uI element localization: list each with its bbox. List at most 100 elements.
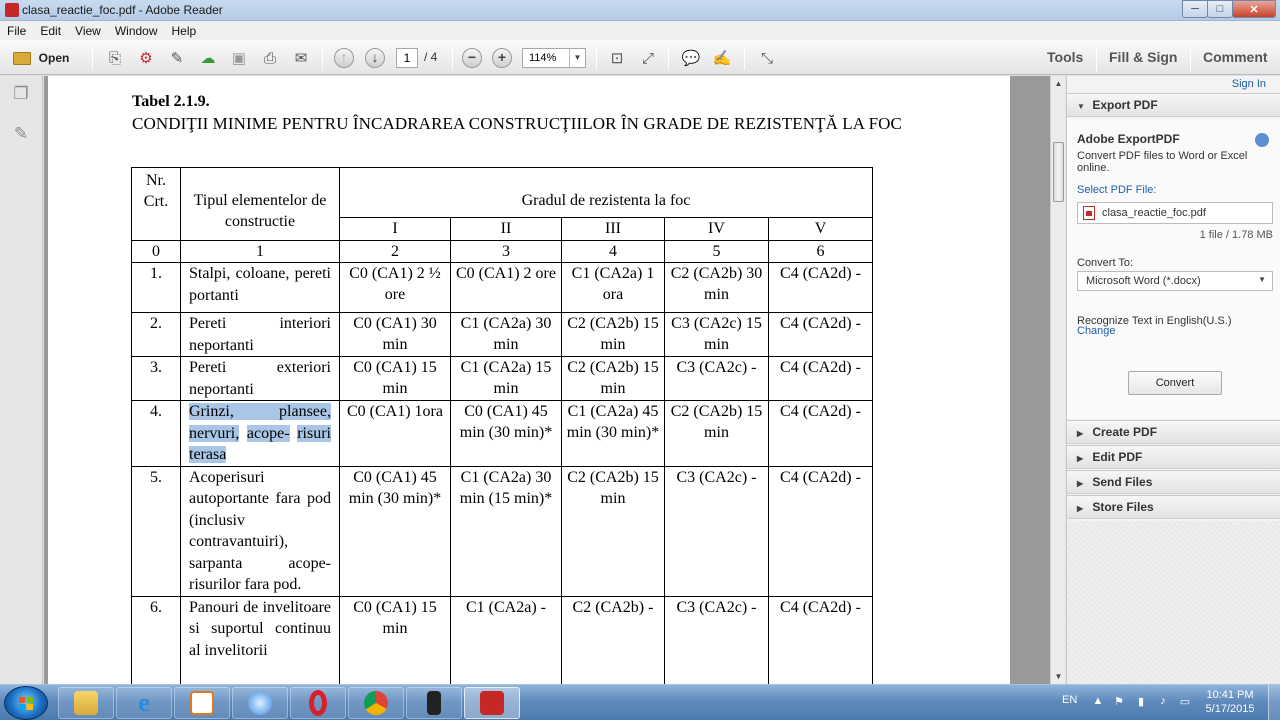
- fit-width-icon[interactable]: ⤢: [637, 47, 659, 69]
- export-pdf-header[interactable]: ▼ Export PDF: [1067, 93, 1280, 117]
- prev-page-button[interactable]: ↑: [334, 47, 354, 69]
- action-center-icon[interactable]: ⚑: [1112, 695, 1126, 709]
- taskbar-chrome[interactable]: [348, 687, 404, 719]
- attachments-icon[interactable]: ✎: [10, 124, 32, 146]
- selected-text: acope-: [246, 424, 290, 442]
- value-cell: C4 (CA2d) -: [768, 465, 873, 597]
- convert-button[interactable]: Convert: [1128, 371, 1222, 395]
- convert-to-select[interactable]: Microsoft Word (*.docx) ▼: [1077, 271, 1273, 291]
- triangle-down-icon: ▼: [1077, 102, 1085, 111]
- header-grad: Gradul de rezistenta la foc: [339, 167, 873, 218]
- scroll-up-icon[interactable]: ▲: [1051, 76, 1066, 91]
- value-cell: C0 (CA1) 2 ore: [450, 262, 562, 313]
- maximize-button[interactable]: □: [1207, 0, 1233, 18]
- row-number: 3.: [131, 356, 181, 401]
- fit-page-icon[interactable]: ⊡: [606, 47, 628, 69]
- edit-icon[interactable]: ✎: [166, 47, 188, 69]
- title-bar: clasa_reactie_foc.pdf - Adobe Reader ─ □…: [0, 0, 1280, 21]
- taskbar-adobe-reader[interactable]: [464, 687, 520, 719]
- navigation-pane: ❐ ✎: [0, 76, 43, 684]
- create-pdf-icon[interactable]: ⎘: [104, 47, 126, 69]
- document-scrollbar[interactable]: ▲ ▼: [1050, 76, 1065, 684]
- next-page-button[interactable]: ↓: [365, 47, 385, 69]
- zoom-value: 114%: [529, 52, 557, 64]
- select-pdf-label: Select PDF File:: [1077, 184, 1157, 196]
- menu-bar: File Edit View Window Help: [0, 21, 1280, 40]
- zoom-in-button[interactable]: +: [492, 47, 512, 69]
- tools-pane-button[interactable]: Tools: [1047, 49, 1083, 65]
- comment-pane-button[interactable]: Comment: [1203, 49, 1268, 65]
- selected-file-field[interactable]: clasa_reactie_foc.pdf: [1077, 202, 1273, 224]
- power-icon[interactable]: ▭: [1178, 695, 1192, 709]
- tools-panel: Sign In ▼ Export PDF Adobe ExportPDF Con…: [1066, 76, 1280, 684]
- store-files-header[interactable]: ▶ Store Files: [1067, 495, 1280, 519]
- highlight-icon[interactable]: ✍: [711, 47, 733, 69]
- zoom-out-button[interactable]: −: [462, 47, 482, 69]
- value-cell: C1 (CA2a) -: [450, 595, 562, 684]
- index-cell: 5: [664, 240, 769, 263]
- value-cell: C0 (CA1) 45 min (30 min)*: [450, 400, 562, 467]
- menu-help[interactable]: Help: [165, 24, 204, 38]
- value-cell: C2 (CA2b) 30 min: [664, 262, 769, 313]
- sign-in-link[interactable]: Sign In: [1232, 78, 1266, 90]
- save-icon[interactable]: ▣: [228, 47, 250, 69]
- element-cell-selected[interactable]: Grinzi, plansee, nervuri, acope- risuri …: [180, 400, 340, 467]
- taskbar-internet-explorer[interactable]: e: [116, 687, 172, 719]
- create-pdf-header[interactable]: ▶ Create PDF: [1067, 420, 1280, 444]
- convert-to-label: Convert To:: [1077, 257, 1134, 269]
- upload-cloud-icon[interactable]: ☁: [197, 47, 219, 69]
- table-row: 6. Panouri de invelitoare si suportul co…: [131, 595, 873, 684]
- start-button[interactable]: [4, 686, 48, 720]
- show-hidden-icons[interactable]: ▲: [1091, 695, 1105, 709]
- email-icon[interactable]: ✉: [290, 47, 312, 69]
- taskbar-app[interactable]: [232, 687, 288, 719]
- info-icon[interactable]: [1255, 133, 1269, 147]
- page-total: / 4: [424, 50, 438, 64]
- open-button[interactable]: Open: [6, 47, 76, 69]
- arrow-up-icon: ↑: [334, 48, 354, 68]
- table-title: Tabel 2.1.9.: [132, 93, 210, 110]
- grade-v: V: [768, 217, 873, 241]
- value-cell: C0 (CA1) 1ora: [339, 400, 451, 467]
- taskbar-app[interactable]: [406, 687, 462, 719]
- menu-file[interactable]: File: [0, 24, 33, 38]
- volume-icon[interactable]: ♪: [1156, 695, 1170, 709]
- index-cell: 4: [561, 240, 665, 263]
- menu-window[interactable]: Window: [108, 24, 165, 38]
- file-name: clasa_reactie_foc.pdf: [1102, 207, 1206, 219]
- page-thumbnails-icon[interactable]: ❐: [10, 84, 32, 106]
- taskbar-opera[interactable]: [290, 687, 346, 719]
- send-files-header[interactable]: ▶ Send Files: [1067, 470, 1280, 494]
- triangle-right-icon: ▶: [1077, 504, 1084, 513]
- row-number: 1.: [131, 262, 181, 313]
- toolbar-separator: [1096, 48, 1097, 72]
- read-mode-icon[interactable]: ⤡: [756, 47, 778, 69]
- change-link[interactable]: Change: [1077, 325, 1116, 337]
- media-player-icon: [190, 691, 214, 715]
- export-pdf-label: Export PDF: [1092, 98, 1158, 112]
- adobe-reader-icon: [480, 691, 504, 715]
- network-icon[interactable]: ▮: [1134, 695, 1148, 709]
- pdf-settings-icon[interactable]: ⚙: [135, 47, 157, 69]
- menu-view[interactable]: View: [68, 24, 108, 38]
- file-info: 1 file / 1.78 MB: [1199, 229, 1273, 241]
- minimize-button[interactable]: ─: [1182, 0, 1208, 18]
- language-indicator[interactable]: EN: [1062, 694, 1077, 706]
- menu-edit[interactable]: Edit: [33, 24, 68, 38]
- sticky-note-icon[interactable]: 💬: [680, 47, 702, 69]
- grade-iv: IV: [664, 217, 769, 241]
- scroll-down-icon[interactable]: ▼: [1051, 669, 1066, 684]
- taskbar-explorer[interactable]: [58, 687, 114, 719]
- zoom-select[interactable]: 114% ▼: [522, 48, 586, 68]
- scroll-thumb[interactable]: [1053, 142, 1064, 202]
- print-icon[interactable]: ⎙: [259, 47, 281, 69]
- taskbar-media-player[interactable]: [174, 687, 230, 719]
- fill-sign-pane-button[interactable]: Fill & Sign: [1109, 49, 1177, 65]
- index-row: 0 1 2 3 4 5 6: [131, 240, 873, 263]
- document-view[interactable]: Tabel 2.1.9. CONDIŢII MINIME PENTRU ÎNCA…: [44, 76, 1050, 684]
- edit-pdf-header[interactable]: ▶ Edit PDF: [1067, 445, 1280, 469]
- clock[interactable]: 10:41 PM 5/17/2015: [1198, 688, 1262, 716]
- close-button[interactable]: ✕: [1232, 0, 1276, 18]
- show-desktop-button[interactable]: [1268, 685, 1280, 720]
- page-number-input[interactable]: 1: [396, 48, 418, 68]
